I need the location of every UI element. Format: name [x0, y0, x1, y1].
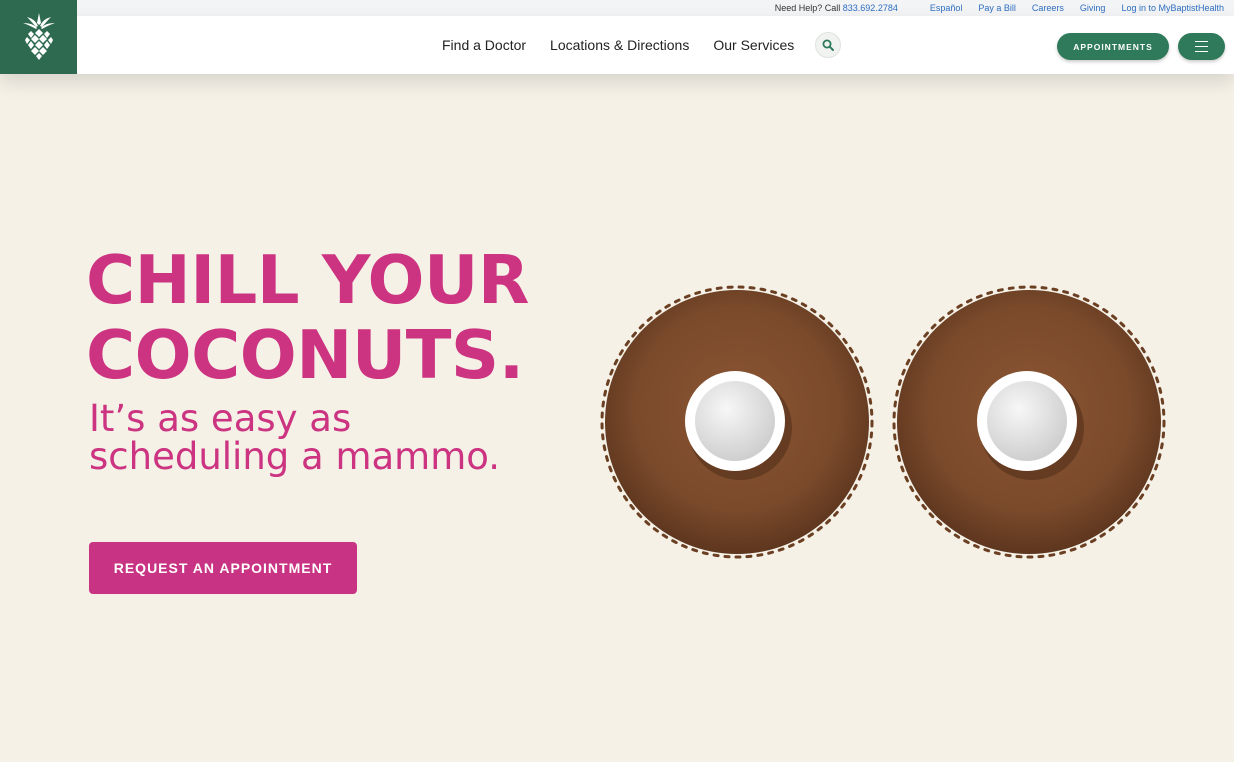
search-button[interactable]	[815, 32, 842, 58]
pineapple-icon	[22, 13, 55, 60]
appointments-button[interactable]: APPOINTMENTS	[1057, 33, 1169, 60]
hero-headline: CHILL YOUR COCONUTS.	[86, 243, 556, 393]
nav-our-services[interactable]: Our Services	[713, 37, 794, 53]
primary-nav: Find a Doctor Locations & Directions Our…	[442, 16, 842, 74]
login-link[interactable]: Log in to MyBaptistHealth	[1121, 3, 1224, 13]
phone-link[interactable]: 833.692.2784	[843, 3, 898, 13]
coconut-illustration-left	[600, 285, 874, 559]
main-header: Find a Doctor Locations & Directions Our…	[0, 0, 1234, 74]
search-icon	[822, 39, 835, 51]
hamburger-menu-icon	[1195, 39, 1208, 55]
coconut-illustration-right	[892, 285, 1166, 559]
giving-link[interactable]: Giving	[1080, 3, 1106, 13]
nav-find-a-doctor[interactable]: Find a Doctor	[442, 37, 526, 53]
nav-locations-directions[interactable]: Locations & Directions	[550, 37, 689, 53]
menu-button[interactable]	[1178, 33, 1225, 60]
help-text: Need Help? Call 833.692.2784	[775, 3, 898, 13]
headline-line-1: CHILL YOUR	[86, 241, 529, 319]
espanol-link[interactable]: Español	[930, 3, 963, 13]
subhead-line-2: scheduling a mammo.	[89, 435, 501, 478]
headline-line-2: COCONUTS.	[86, 316, 524, 394]
subhead-line-1: It’s as easy as	[89, 397, 352, 440]
careers-link[interactable]: Careers	[1032, 3, 1064, 13]
help-prefix: Need Help? Call	[774, 3, 841, 13]
site-logo[interactable]	[0, 0, 77, 74]
utility-bar: Need Help? Call 833.692.2784 Español Pay…	[0, 0, 1234, 16]
hero-subhead: It’s as easy as scheduling a mammo.	[89, 400, 559, 476]
request-appointment-button[interactable]: REQUEST AN APPOINTMENT	[89, 542, 357, 594]
pay-bill-link[interactable]: Pay a Bill	[978, 3, 1016, 13]
